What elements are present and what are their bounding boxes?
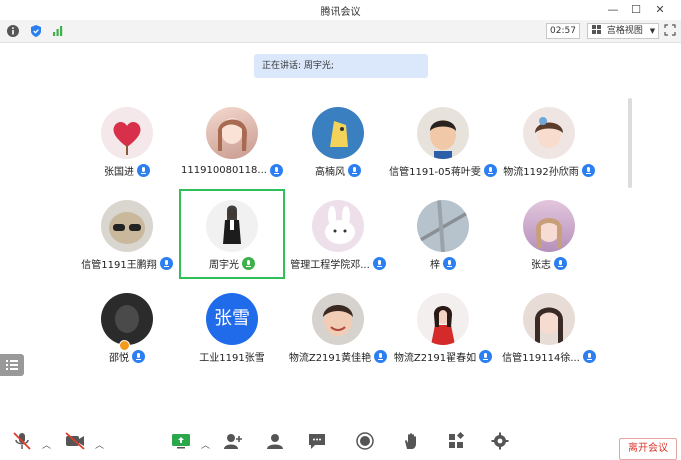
avatar: [206, 107, 258, 159]
avatar-initials: 张雪: [206, 293, 258, 345]
settings-gear-icon[interactable]: [489, 431, 511, 451]
security-shield-icon[interactable]: [29, 24, 43, 38]
participant-name: 物流Z2191黄佳艳: [288, 352, 372, 364]
participant-tile[interactable]: 高楠风: [285, 96, 391, 186]
leave-meeting-button[interactable]: 离开会议: [619, 438, 677, 460]
participant-tile[interactable]: 张志: [496, 189, 602, 279]
chevron-up-icon[interactable]: ︿: [42, 438, 51, 451]
participant-name: 高楠风: [315, 166, 345, 178]
participant-name: 邵悦: [109, 352, 129, 364]
participants-icon[interactable]: [264, 431, 286, 451]
participant-name: 张志: [531, 259, 551, 271]
microphone-muted-icon[interactable]: [11, 431, 33, 451]
participant-tile[interactable]: 物流1192孙欣雨: [496, 96, 602, 186]
grid-icon: [592, 25, 601, 34]
participant-tile[interactable]: 梓: [390, 189, 496, 279]
avatar: [101, 107, 153, 159]
signal-icon[interactable]: [51, 24, 65, 38]
fullscreen-icon[interactable]: [664, 24, 676, 36]
participant-name: 周宇光: [209, 259, 239, 271]
participant-tile[interactable]: 111910080118...: [179, 96, 285, 186]
active-speaker-banner: 正在讲话: 周宇光;: [254, 54, 428, 78]
microphone-icon: [374, 349, 388, 363]
participant-tile[interactable]: 信管1191王鹏翔: [74, 189, 180, 279]
microphone-icon: [443, 256, 456, 270]
microphone-icon: [581, 163, 595, 177]
participant-tile[interactable]: 张雪 工业1191张雪: [179, 282, 285, 372]
participant-name: 管理工程学院邓...: [290, 259, 370, 271]
chevron-up-icon[interactable]: ︿: [95, 438, 104, 451]
participant-tile[interactable]: 信管1191-05蒋叶雯: [389, 96, 497, 186]
avatar: [312, 293, 364, 345]
microphone-icon: [483, 163, 497, 177]
avatar: [101, 200, 153, 252]
camera-off-icon[interactable]: [64, 431, 86, 451]
share-screen-icon[interactable]: [170, 431, 192, 451]
avatar: [206, 200, 258, 252]
avatar: [417, 107, 469, 159]
microphone-icon: [269, 163, 283, 177]
participant-name: 信管1191-05蒋叶雯: [389, 166, 481, 178]
microphone-icon: [372, 256, 386, 270]
participant-tile[interactable]: 物流Z2191黄佳艳: [285, 282, 391, 372]
status-bar: 02:57 宫格视图 ▼: [0, 20, 681, 43]
microphone-icon: [479, 349, 493, 363]
apps-icon[interactable]: [446, 431, 468, 451]
microphone-talking-icon: [242, 256, 255, 270]
meeting-toolbar: ︿ ︿ ︿: [0, 425, 681, 454]
avatar: [417, 200, 469, 252]
participant-tile[interactable]: 物流Z2191翟春如: [390, 282, 496, 372]
microphone-icon: [348, 163, 361, 177]
participant-tile[interactable]: 信管119114徐...: [496, 282, 602, 372]
microphone-icon: [137, 163, 150, 177]
participant-tile-active[interactable]: 周宇光: [179, 189, 285, 279]
participant-name: 111910080118...: [181, 164, 267, 176]
participant-tile[interactable]: 张国进: [74, 96, 180, 186]
microphone-icon: [554, 256, 567, 270]
participant-name: 信管119114徐...: [502, 352, 580, 364]
record-icon[interactable]: [354, 431, 376, 451]
participant-name: 工业1191张雪: [199, 352, 265, 364]
participant-tile[interactable]: 邵悦: [74, 282, 180, 372]
view-mode-label: 宫格视图: [606, 26, 643, 36]
participant-name: 物流Z2191翟春如: [393, 352, 477, 364]
meeting-timer: 02:57: [546, 23, 580, 39]
view-mode-button[interactable]: 宫格视图 ▼: [587, 23, 659, 39]
chevron-down-icon: ▼: [649, 27, 656, 35]
chat-icon[interactable]: [306, 431, 328, 451]
avatar: [312, 107, 364, 159]
microphone-icon: [132, 349, 145, 363]
avatar: [101, 293, 153, 345]
grid-scrollbar[interactable]: [628, 98, 632, 188]
participant-name: 梓: [430, 259, 440, 271]
microphone-icon: [159, 256, 173, 270]
title-bar: 腾讯会议 — ☐ ✕: [0, 0, 681, 21]
minimize-button[interactable]: —: [604, 2, 622, 18]
chevron-up-icon[interactable]: ︿: [201, 438, 210, 451]
close-button[interactable]: ✕: [651, 2, 669, 18]
avatar: [523, 107, 575, 159]
participant-name: 张国进: [104, 166, 134, 178]
participant-list-toggle[interactable]: [0, 354, 24, 376]
avatar: [523, 293, 575, 345]
list-icon: [6, 360, 18, 370]
participant-name: 信管1191王鹏翔: [81, 259, 157, 271]
window-title: 腾讯会议: [320, 7, 361, 18]
avatar: [417, 293, 469, 345]
participant-tile[interactable]: 管理工程学院邓...: [285, 189, 391, 279]
avatar: [312, 200, 364, 252]
info-icon[interactable]: [6, 24, 20, 38]
invite-icon[interactable]: [222, 431, 244, 451]
microphone-icon: [582, 349, 596, 363]
maximize-button[interactable]: ☐: [627, 2, 645, 18]
participant-name: 物流1192孙欣雨: [503, 166, 579, 178]
avatar: [523, 200, 575, 252]
raise-hand-icon[interactable]: [400, 431, 422, 451]
